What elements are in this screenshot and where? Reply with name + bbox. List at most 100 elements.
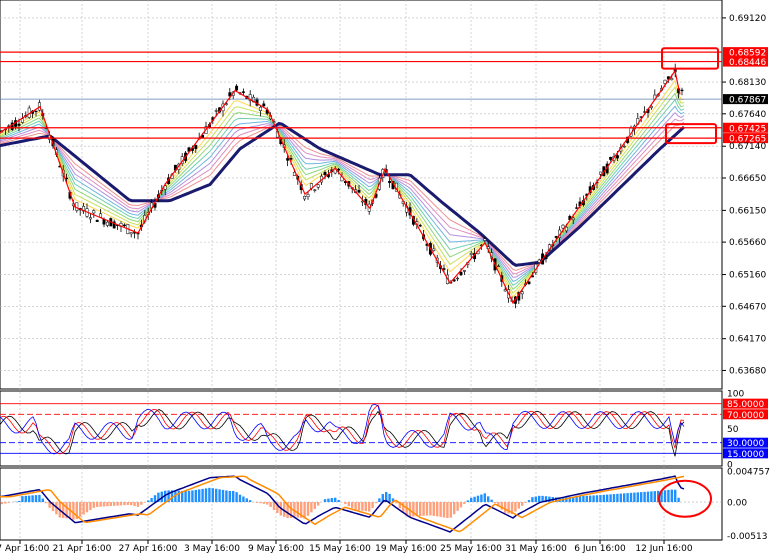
macd-histogram-bar	[459, 502, 463, 508]
macd-histogram-bar	[466, 500, 469, 503]
candle-body	[609, 157, 613, 160]
y-tick-label: 0.69120	[729, 14, 766, 24]
macd-histogram-bar	[96, 502, 99, 507]
y-tick-label: 0.66650	[729, 174, 766, 184]
osc-level-label: 70.0000	[727, 411, 764, 421]
x-tick-label: 15 May 16:00	[309, 544, 371, 554]
macd-histogram-bar	[191, 490, 194, 503]
y-tick-label: 0.67140	[729, 142, 766, 152]
macd-histogram-bar	[296, 502, 299, 518]
candle-body	[388, 180, 392, 183]
osc-tick-label: 50	[727, 425, 739, 435]
macd-histogram-bar	[7, 502, 10, 503]
candle-body	[105, 221, 109, 226]
macd-histogram-bar	[327, 498, 330, 503]
macd-histogram-bar	[487, 496, 490, 503]
macd-histogram-bar	[582, 495, 585, 503]
macd-histogram-bar	[17, 501, 21, 503]
candle-body	[520, 291, 524, 295]
y-tick-label: 0.66150	[729, 206, 766, 216]
macd-histogram-bar	[371, 502, 374, 508]
macd-histogram-bar	[449, 502, 452, 518]
macd-histogram-bar	[28, 495, 31, 503]
macd-histogram-bar	[351, 502, 354, 509]
candle-body	[442, 268, 446, 270]
candle-body	[432, 248, 436, 251]
candle-body	[75, 202, 79, 211]
oscillator-panel[interactable]	[0, 390, 723, 467]
macd-histogram-bar	[640, 492, 643, 503]
macd-histogram-bar	[262, 502, 265, 504]
candle-body	[337, 168, 341, 171]
macd-histogram-bar	[82, 502, 85, 515]
macd-histogram-bar	[221, 489, 225, 503]
macd-histogram-bar	[670, 489, 673, 503]
macd-histogram-bar	[106, 502, 109, 507]
macd-histogram-bar	[534, 496, 537, 503]
macd-histogram-bar	[422, 502, 425, 516]
macd-histogram-bar	[232, 490, 235, 503]
chart-canvas[interactable]: 0.685920.684460.674250.672650.67867 85.0…	[0, 0, 770, 555]
osc-level-label: 15.0000	[727, 450, 764, 460]
macd-histogram-bar	[419, 502, 422, 517]
macd-histogram-bar	[527, 500, 531, 503]
macd-histogram-bar	[626, 493, 629, 503]
macd-histogram-bar	[388, 493, 391, 503]
macd-histogram-bar	[578, 496, 582, 503]
current-price-label: 0.67867	[729, 96, 766, 106]
candle-body	[258, 106, 262, 111]
macd-histogram-bar	[201, 488, 204, 503]
candle-body	[286, 158, 290, 161]
candle-body	[357, 190, 361, 193]
macd-tick-label: 0.0047571	[727, 467, 770, 477]
osc-tick-label: 100	[727, 390, 744, 400]
candle-body	[483, 238, 487, 241]
candle-body	[459, 271, 463, 276]
candle-body	[670, 78, 674, 81]
resistance-zone-tag-label: 0.68446	[729, 58, 766, 68]
macd-histogram-bar	[255, 502, 259, 503]
candle-body	[316, 184, 320, 188]
macd-histogram-bar	[612, 494, 616, 503]
macd-histogram-bar	[480, 494, 483, 503]
macd-histogram-bar	[347, 502, 350, 507]
macd-histogram-bar	[140, 502, 143, 505]
macd-histogram-bar	[136, 502, 140, 507]
candle-body	[262, 103, 266, 107]
macd-histogram-bar	[337, 499, 340, 503]
macd-histogram-bar	[361, 502, 364, 511]
macd-histogram-bar	[344, 502, 347, 505]
candle-body	[194, 144, 198, 149]
candle-body	[214, 110, 218, 112]
macd-histogram-bar	[476, 495, 480, 503]
candle-body	[303, 195, 307, 200]
macd-histogram-bar	[463, 502, 466, 504]
candle-body	[469, 253, 473, 255]
macd-histogram-bar	[130, 502, 133, 506]
macd-histogram-bar	[524, 502, 527, 503]
candle-body	[622, 145, 626, 148]
macd-histogram-bar	[602, 494, 605, 503]
candle-body	[598, 171, 602, 175]
candle-body	[323, 172, 327, 176]
macd-histogram-bar	[646, 491, 650, 503]
macd-histogram-bar	[521, 502, 524, 506]
macd-histogram-bar	[330, 498, 333, 503]
macd-histogram-bar	[453, 502, 456, 515]
candle-body	[88, 217, 92, 220]
macd-histogram-bar	[198, 489, 201, 503]
macd-histogram-bar	[412, 502, 415, 517]
macd-tick-label: 0.00	[727, 499, 747, 509]
candle-body	[306, 194, 310, 198]
macd-histogram-bar	[470, 497, 473, 503]
macd-histogram-bar	[228, 491, 231, 503]
macd-histogram-bar	[429, 502, 432, 516]
macd-histogram-bar	[490, 499, 493, 503]
candle-body	[680, 89, 684, 92]
macd-histogram-bar	[143, 502, 146, 503]
macd-histogram-bar	[619, 493, 622, 503]
macd-histogram-bar	[72, 502, 75, 520]
x-tick-label: 9 May 16:00	[248, 544, 304, 554]
macd-histogram-bar	[667, 489, 670, 503]
x-tick-label: 17 Apr 16:00	[0, 544, 50, 554]
